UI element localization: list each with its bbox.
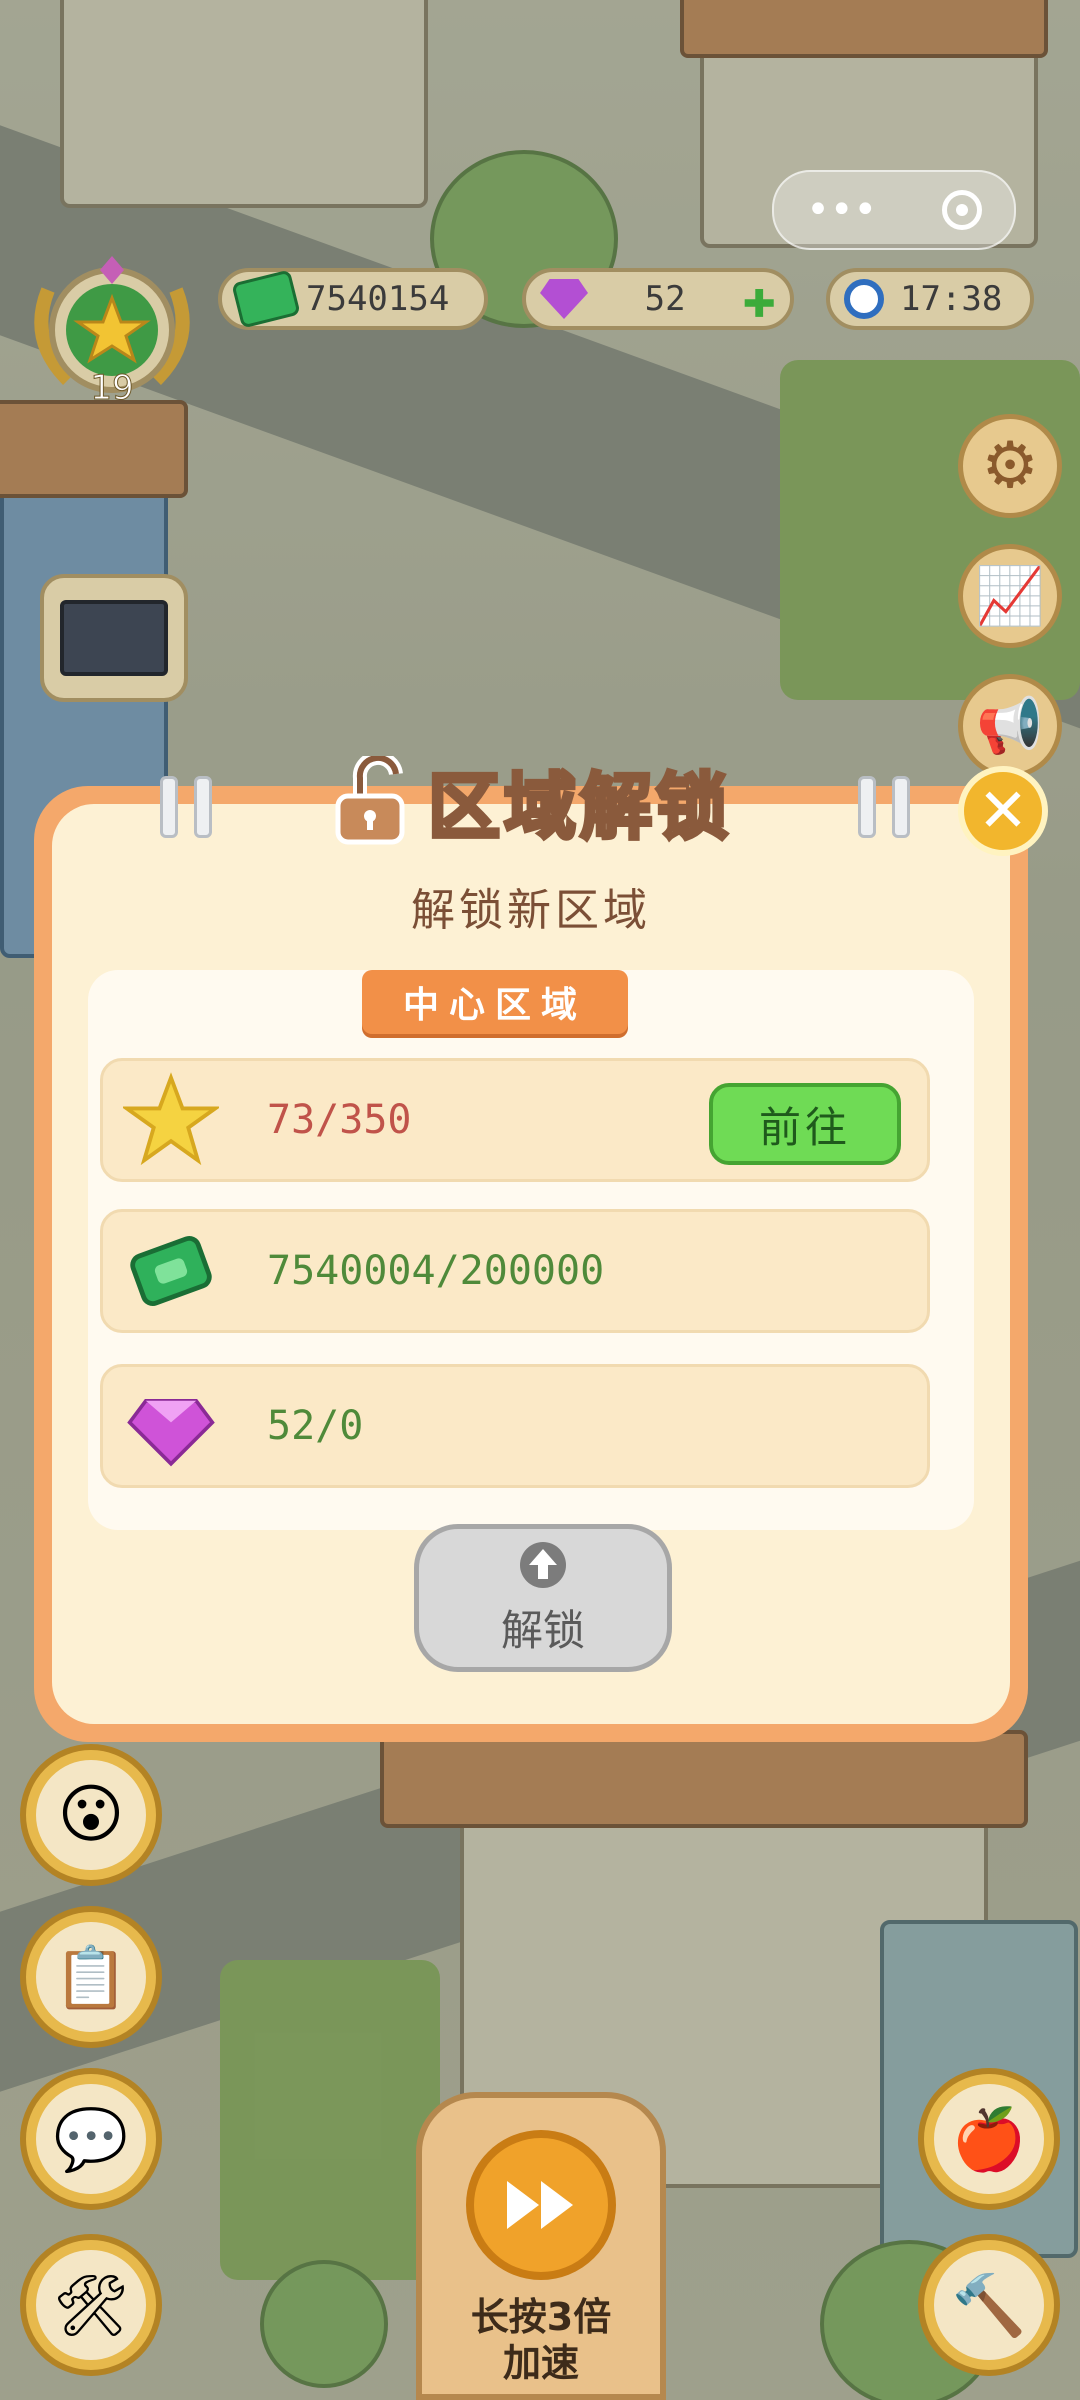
- speedup-label: 长按3倍 加速: [470, 2295, 612, 2385]
- clock-display: 17:38: [826, 268, 1034, 330]
- binder-ring: [858, 776, 876, 838]
- gem-progress: 52/0: [267, 1403, 364, 1449]
- dialog-title: 区域解锁: [426, 763, 733, 851]
- clipboard-icon: 📋: [53, 1942, 129, 2013]
- cash-icon: [119, 1219, 223, 1323]
- gem-counter: 52 ✚: [522, 268, 794, 330]
- clock-icon: [844, 279, 884, 319]
- region-name-tag: 中心区域: [362, 970, 628, 1034]
- fast-forward-button[interactable]: [466, 2130, 616, 2280]
- tools-button[interactable]: 🛠: [20, 2234, 162, 2376]
- task-list-button[interactable]: 📋: [20, 1906, 162, 2048]
- monitor-chart-icon: [60, 600, 168, 676]
- emoji-button[interactable]: 😮: [20, 1744, 162, 1886]
- cash-icon: [231, 269, 301, 329]
- gem-icon: [119, 1374, 223, 1478]
- gem-value: 52: [644, 279, 686, 319]
- arrow-up-circle-icon: [520, 1541, 566, 1588]
- exchange-button[interactable]: 🍎: [918, 2068, 1060, 2210]
- megaphone-icon: 📢: [976, 694, 1044, 757]
- wrench-screwdriver-icon: 🛠: [52, 2270, 130, 2341]
- gem-icon: [540, 279, 588, 319]
- binder-ring: [892, 776, 910, 838]
- chat-button[interactable]: 💬: [20, 2068, 162, 2210]
- requirement-row-cash: 7540004/200000: [100, 1209, 930, 1333]
- fruit-exchange-icon: 🍎: [951, 2104, 1027, 2175]
- binder-ring: [194, 776, 212, 838]
- close-dialog-button[interactable]: ✕: [958, 766, 1048, 856]
- level-number: 19: [90, 368, 134, 409]
- requirement-row-star: 73/350 前往: [100, 1058, 930, 1182]
- more-icon[interactable]: •••: [806, 187, 877, 233]
- requirement-row-gem: 52/0: [100, 1364, 930, 1488]
- close-icon: ✕: [977, 776, 1029, 846]
- dialog-subtitle: 解锁新区域: [411, 885, 651, 936]
- cash-value: 7540154: [306, 279, 450, 319]
- hammer-icon: 🔨: [951, 2270, 1027, 2341]
- stock-monitor-button[interactable]: [40, 574, 188, 702]
- add-gems-button[interactable]: ✚: [742, 271, 776, 327]
- capsule-menu[interactable]: •••: [772, 170, 1016, 250]
- clock-time: 17:38: [900, 279, 1003, 319]
- level-badge[interactable]: 19: [28, 250, 196, 410]
- stats-button[interactable]: 📈: [958, 544, 1062, 648]
- dialog-header: 区域解锁: [330, 748, 732, 853]
- settings-button[interactable]: ⚙: [958, 414, 1062, 518]
- fast-forward-icon: [507, 2181, 573, 2229]
- unlock-label: 解锁: [500, 1605, 585, 1655]
- build-hammer-button[interactable]: 🔨: [918, 2234, 1060, 2376]
- chart-up-icon: 📈: [975, 564, 1045, 629]
- announcement-button[interactable]: 📢: [958, 674, 1062, 778]
- unlock-button[interactable]: 解锁: [414, 1524, 672, 1672]
- gear-icon: ⚙: [981, 429, 1039, 503]
- unlocked-padlock-icon: [335, 755, 405, 844]
- cash-progress: 7540004/200000: [267, 1248, 605, 1294]
- binder-ring: [160, 776, 178, 838]
- cash-counter: 7540154: [218, 268, 488, 330]
- close-miniapp-icon[interactable]: [941, 190, 982, 230]
- smile-face-icon: 😮: [57, 1778, 125, 1852]
- star-progress: 73/350: [267, 1097, 412, 1143]
- chat-bubbles-icon: 💬: [53, 2104, 129, 2175]
- go-button[interactable]: 前往: [709, 1083, 901, 1165]
- speedup-panel[interactable]: 长按3倍 加速: [416, 2092, 666, 2400]
- star-icon: [119, 1068, 223, 1172]
